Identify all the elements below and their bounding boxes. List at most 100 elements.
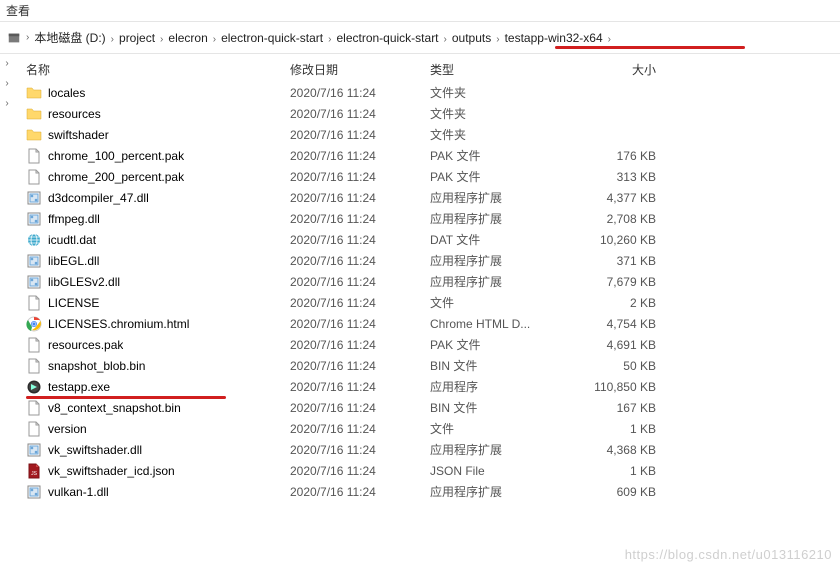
watermark: https://blog.csdn.net/u013116210 bbox=[625, 547, 832, 562]
breadcrumb-segment[interactable]: project bbox=[116, 25, 158, 51]
cell-size: 50 KB bbox=[580, 359, 680, 373]
file-name: chrome_200_percent.pak bbox=[48, 170, 184, 184]
cell-type: JSON File bbox=[430, 464, 580, 478]
cell-date: 2020/7/16 11:24 bbox=[290, 443, 430, 457]
file-row[interactable]: d3dcompiler_47.dll2020/7/16 11:24应用程序扩展4… bbox=[20, 187, 840, 208]
cell-size: 313 KB bbox=[580, 170, 680, 184]
tree-caret-icon[interactable]: › bbox=[0, 54, 14, 74]
file-list: 名称 修改日期 类型 大小 locales2020/7/16 11:24文件夹r… bbox=[20, 56, 840, 502]
file-name: locales bbox=[48, 86, 85, 100]
file-row[interactable]: resources2020/7/16 11:24文件夹 bbox=[20, 103, 840, 124]
file-icon bbox=[26, 148, 42, 164]
file-row[interactable]: testapp.exe2020/7/16 11:24应用程序110,850 KB bbox=[20, 376, 840, 397]
chevron-right-icon: › bbox=[494, 34, 501, 45]
dll-icon bbox=[26, 484, 42, 500]
column-headers[interactable]: 名称 修改日期 类型 大小 bbox=[20, 56, 840, 82]
dll-icon bbox=[26, 253, 42, 269]
file-row[interactable]: libGLESv2.dll2020/7/16 11:24应用程序扩展7,679 … bbox=[20, 271, 840, 292]
breadcrumb-segment[interactable]: elecron bbox=[165, 25, 210, 51]
breadcrumb[interactable]: › 本地磁盘 (D:)›project›elecron›electron-qui… bbox=[0, 22, 840, 54]
cell-name: resources bbox=[20, 106, 290, 122]
chrome-icon bbox=[26, 316, 42, 332]
file-row[interactable]: version2020/7/16 11:24文件1 KB bbox=[20, 418, 840, 439]
breadcrumb-segment[interactable]: 本地磁盘 (D:) bbox=[31, 24, 108, 50]
nav-tree: › › › bbox=[0, 54, 14, 564]
cell-date: 2020/7/16 11:24 bbox=[290, 401, 430, 415]
header-size[interactable]: 大小 bbox=[580, 61, 680, 78]
file-icon bbox=[26, 169, 42, 185]
cell-name: chrome_100_percent.pak bbox=[20, 148, 290, 164]
file-name: icudtl.dat bbox=[48, 233, 96, 247]
cell-type: 应用程序扩展 bbox=[430, 252, 580, 269]
file-name: vk_swiftshader_icd.json bbox=[48, 464, 175, 478]
cell-type: DAT 文件 bbox=[430, 231, 580, 248]
chevron-right-icon: › bbox=[158, 34, 165, 45]
menu-bar: 查看 bbox=[0, 0, 840, 22]
file-row[interactable]: locales2020/7/16 11:24文件夹 bbox=[20, 82, 840, 103]
cell-size: 4,691 KB bbox=[580, 338, 680, 352]
file-name: ffmpeg.dll bbox=[48, 212, 100, 226]
tree-caret-icon[interactable]: › bbox=[0, 94, 14, 114]
cell-name: LICENSES.chromium.html bbox=[20, 316, 290, 332]
cell-size: 4,377 KB bbox=[580, 191, 680, 205]
cell-name: icudtl.dat bbox=[20, 232, 290, 248]
file-name: swiftshader bbox=[48, 128, 109, 142]
cell-name: resources.pak bbox=[20, 337, 290, 353]
header-date[interactable]: 修改日期 bbox=[290, 61, 430, 78]
file-row[interactable]: LICENSE2020/7/16 11:24文件2 KB bbox=[20, 292, 840, 313]
cell-date: 2020/7/16 11:24 bbox=[290, 212, 430, 226]
file-row[interactable]: icudtl.dat2020/7/16 11:24DAT 文件10,260 KB bbox=[20, 229, 840, 250]
file-row[interactable]: resources.pak2020/7/16 11:24PAK 文件4,691 … bbox=[20, 334, 840, 355]
file-name: vk_swiftshader.dll bbox=[48, 443, 142, 457]
cell-size: 2,708 KB bbox=[580, 212, 680, 226]
cell-date: 2020/7/16 11:24 bbox=[290, 170, 430, 184]
header-name[interactable]: 名称 bbox=[20, 61, 290, 78]
header-type[interactable]: 类型 bbox=[430, 61, 580, 78]
cell-type: 文件 bbox=[430, 294, 580, 311]
dll-icon bbox=[26, 274, 42, 290]
file-row[interactable]: ffmpeg.dll 2020/7/16 11:24应用程序扩展2,708 KB bbox=[20, 208, 840, 229]
cell-size: 609 KB bbox=[580, 485, 680, 499]
breadcrumb-segment[interactable]: outputs bbox=[449, 25, 494, 51]
cell-type: 应用程序扩展 bbox=[430, 210, 580, 227]
cell-date: 2020/7/16 11:24 bbox=[290, 296, 430, 310]
file-row[interactable]: snapshot_blob.bin2020/7/16 11:24BIN 文件50… bbox=[20, 355, 840, 376]
file-row[interactable]: vk_swiftshader.dll2020/7/16 11:24应用程序扩展4… bbox=[20, 439, 840, 460]
breadcrumb-segment[interactable]: electron-quick-start bbox=[333, 25, 441, 51]
file-row[interactable]: chrome_100_percent.pak2020/7/16 11:24PAK… bbox=[20, 145, 840, 166]
file-row[interactable]: v8_context_snapshot.bin2020/7/16 11:24BI… bbox=[20, 397, 840, 418]
cell-type: 应用程序扩展 bbox=[430, 441, 580, 458]
menu-view[interactable]: 查看 bbox=[6, 4, 30, 18]
cell-name: ffmpeg.dll bbox=[20, 211, 290, 227]
file-row[interactable]: chrome_200_percent.pak2020/7/16 11:24PAK… bbox=[20, 166, 840, 187]
cell-date: 2020/7/16 11:24 bbox=[290, 107, 430, 121]
cell-date: 2020/7/16 11:24 bbox=[290, 317, 430, 331]
tree-caret-icon[interactable]: › bbox=[0, 74, 14, 94]
file-row[interactable]: vk_swiftshader_icd.json 2020/7/16 11:24JS… bbox=[20, 460, 840, 481]
file-name: resources.pak bbox=[48, 338, 123, 352]
file-icon bbox=[26, 421, 42, 437]
cell-size: 176 KB bbox=[580, 149, 680, 163]
cell-type: 应用程序扩展 bbox=[430, 483, 580, 500]
file-row[interactable]: vulkan-1.dll2020/7/16 11:24应用程序扩展609 KB bbox=[20, 481, 840, 502]
folder-icon bbox=[26, 106, 42, 122]
file-row[interactable]: swiftshader2020/7/16 11:24文件夹 bbox=[20, 124, 840, 145]
breadcrumb-root-icon[interactable] bbox=[4, 25, 24, 51]
cell-type: 文件 bbox=[430, 420, 580, 437]
file-row[interactable]: libEGL.dll2020/7/16 11:24应用程序扩展371 KB bbox=[20, 250, 840, 271]
cell-date: 2020/7/16 11:24 bbox=[290, 338, 430, 352]
chevron-right-icon: › bbox=[326, 34, 333, 45]
dll-icon bbox=[26, 211, 42, 227]
cell-date: 2020/7/16 11:24 bbox=[290, 275, 430, 289]
cell-name: swiftshader bbox=[20, 127, 290, 143]
cell-date: 2020/7/16 11:24 bbox=[290, 464, 430, 478]
cell-date: 2020/7/16 11:24 bbox=[290, 233, 430, 247]
cell-size: 167 KB bbox=[580, 401, 680, 415]
folder-icon bbox=[26, 127, 42, 143]
file-row[interactable]: LICENSES.chromium.html2020/7/16 11:24Chr… bbox=[20, 313, 840, 334]
cell-size: 110,850 KB bbox=[580, 380, 680, 394]
cell-date: 2020/7/16 11:24 bbox=[290, 149, 430, 163]
folder-icon bbox=[26, 85, 42, 101]
file-icon bbox=[26, 358, 42, 374]
breadcrumb-segment[interactable]: electron-quick-start bbox=[218, 25, 326, 51]
